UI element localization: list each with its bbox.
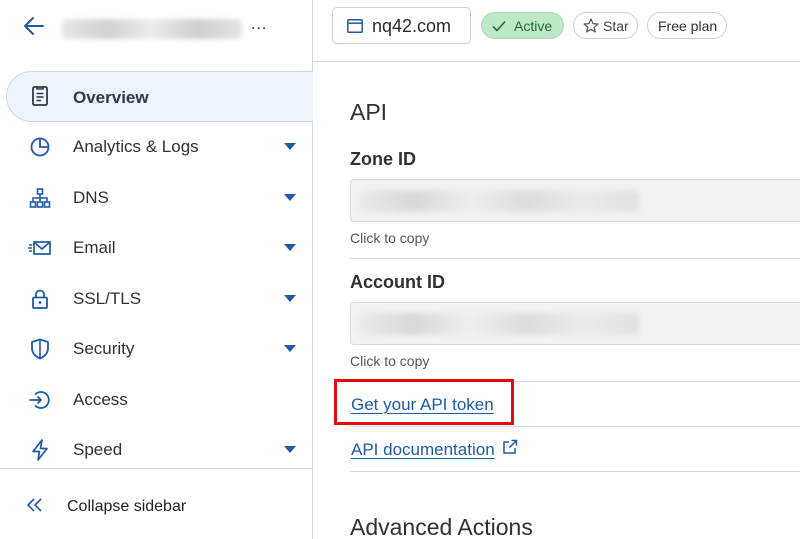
- star-label: Star: [603, 18, 629, 34]
- main-content: API Zone ID Click to copy Account ID Cli…: [313, 62, 800, 539]
- sidebar-item-security[interactable]: Security: [0, 324, 313, 375]
- domain-selector[interactable]: nq42.com: [332, 7, 471, 44]
- zone-header: nq42.com Active Star Free plan: [313, 0, 800, 62]
- external-link-icon[interactable]: [502, 439, 518, 455]
- browser-window-icon: [347, 19, 363, 33]
- chevron-down-icon[interactable]: [284, 294, 296, 303]
- lock-icon: [32, 289, 48, 309]
- sidebar-item-overview[interactable]: Overview: [6, 71, 313, 122]
- advanced-actions-title: Advanced Actions: [350, 514, 533, 539]
- api-documentation-link[interactable]: API documentation: [351, 440, 495, 460]
- double-chevron-left-icon: [26, 498, 42, 512]
- sidebar-item-dns[interactable]: DNS: [0, 173, 313, 224]
- account-id-label: Account ID: [350, 272, 446, 292]
- sidebar-nav: Overview Analytics & Logs DNS Email SSL/…: [0, 71, 313, 476]
- divider: [350, 258, 800, 259]
- sidebar-item-ssl-tls[interactable]: SSL/TLS: [0, 274, 313, 325]
- divider: [350, 381, 800, 382]
- status-badge: Active: [481, 12, 564, 39]
- sidebar-item-label: Speed: [73, 440, 123, 459]
- shield-icon: [31, 338, 49, 360]
- lightning-icon: [32, 439, 48, 461]
- api-section-title: API: [350, 99, 388, 125]
- sidebar-item-email[interactable]: Email: [0, 223, 313, 274]
- status-badge-label: Active: [514, 18, 553, 34]
- sidebar-item-label: Overview: [73, 88, 149, 107]
- sidebar-item-label: SSL/TLS: [73, 288, 142, 308]
- domain-name: nq42.com: [372, 16, 452, 36]
- sidebar-header: ...: [0, 0, 312, 52]
- sidebar-item-label: Email: [73, 238, 116, 257]
- zone-id-field[interactable]: [350, 179, 800, 222]
- account-id-copy-hint: Click to copy: [350, 353, 430, 369]
- chevron-down-icon[interactable]: [284, 446, 296, 454]
- divider: [350, 426, 800, 427]
- document-icon: [32, 86, 48, 106]
- collapse-sidebar-button[interactable]: Collapse sidebar: [0, 468, 312, 539]
- zone-id-value-redacted: [359, 190, 639, 212]
- collapse-sidebar-label: Collapse sidebar: [67, 498, 187, 515]
- sidebar-item-label: Access: [73, 389, 128, 409]
- sidebar: ... Overview Analytics & Logs DNS Email …: [0, 0, 313, 539]
- account-id-field[interactable]: [350, 302, 800, 345]
- get-api-token-link[interactable]: Get your API token: [351, 395, 494, 415]
- network-icon: [29, 187, 51, 208]
- zone-id-copy-hint: Click to copy: [350, 230, 430, 246]
- access-icon: [29, 390, 50, 409]
- sidebar-item-label: DNS: [73, 187, 109, 207]
- sidebar-item-label: Analytics & Logs: [73, 137, 199, 156]
- checkmark-icon: [492, 20, 506, 32]
- plan-badge[interactable]: Free plan: [647, 12, 727, 39]
- account-name-redacted: [62, 19, 242, 39]
- back-arrow-icon[interactable]: [22, 14, 46, 38]
- star-icon: [583, 18, 599, 33]
- chevron-down-icon[interactable]: [284, 345, 296, 353]
- chevron-down-icon[interactable]: [284, 244, 296, 252]
- sidebar-item-analytics-logs[interactable]: Analytics & Logs: [0, 122, 313, 173]
- plan-label: Free plan: [658, 18, 718, 34]
- email-icon: [28, 241, 51, 255]
- chevron-down-icon[interactable]: [284, 193, 296, 202]
- divider: [350, 471, 800, 472]
- sidebar-item-access[interactable]: Access: [0, 375, 313, 426]
- sidebar-item-label: Security: [73, 339, 135, 358]
- star-button[interactable]: Star: [573, 12, 638, 39]
- account-id-value-redacted: [359, 313, 639, 335]
- zone-id-label: Zone ID: [350, 149, 416, 169]
- pie-chart-icon: [30, 137, 50, 157]
- account-name-ellipsis: ...: [251, 16, 268, 33]
- chevron-down-icon[interactable]: [284, 143, 296, 151]
